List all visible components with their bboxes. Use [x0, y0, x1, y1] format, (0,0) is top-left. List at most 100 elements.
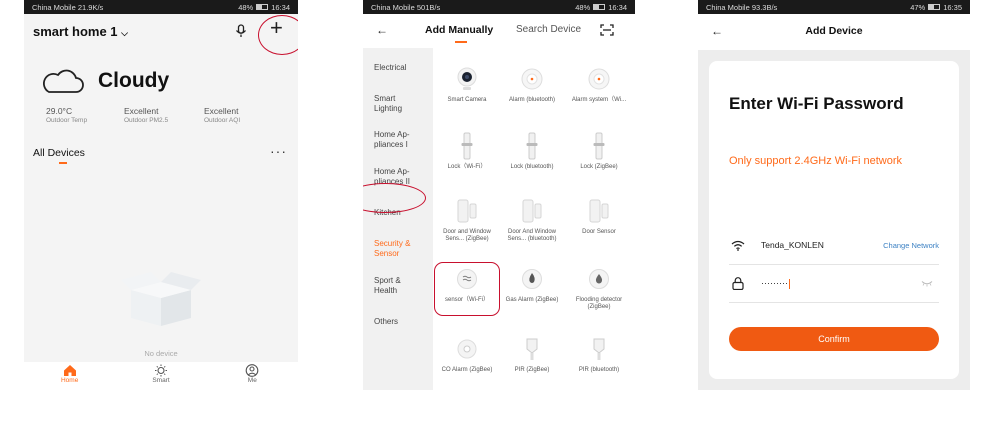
device-item[interactable]: Door And Window Sens... (bluetooth): [504, 196, 560, 243]
door-sensor-icon: [457, 199, 477, 223]
battery-icon: [256, 4, 269, 10]
device-item[interactable]: Lock (ZigBee): [571, 131, 627, 171]
weather-condition: Cloudy: [98, 69, 170, 92]
device-label: Door And Window Sens... (bluetooth): [507, 229, 557, 242]
highlight-ring: [258, 15, 298, 55]
tab-me[interactable]: Me: [207, 362, 298, 390]
empty-box-icon: [121, 272, 201, 326]
cloud-icon: [42, 69, 84, 93]
bottom-tab-bar: Home Smart Me: [24, 362, 298, 390]
stat-label: Outdoor Temp: [46, 117, 88, 124]
device-item[interactable]: Alarm system（Wi...: [571, 64, 627, 104]
device-item[interactable]: Gas Alarm (ZigBee): [504, 264, 560, 304]
door-sensor-icon: [522, 199, 542, 223]
speed-text: 21.9K/s: [77, 2, 104, 12]
empty-state-text: No device: [144, 349, 178, 358]
device-label: Lock（Wi-Fi）: [447, 164, 487, 170]
sun-icon: [154, 364, 167, 377]
person-icon: [245, 364, 259, 377]
weather-stat: Excellent Outdoor PM2.5: [124, 106, 168, 124]
device-item[interactable]: CO Alarm (ZigBee): [439, 334, 495, 374]
tab-smart[interactable]: Smart: [115, 362, 206, 390]
page-title: Add Device: [805, 25, 863, 37]
microphone-icon[interactable]: [235, 24, 247, 38]
device-label: PIR (ZigBee): [514, 367, 550, 373]
form-heading: Enter Wi-Fi Password: [729, 94, 904, 113]
device-label: CO Alarm (ZigBee): [441, 367, 493, 373]
status-bar: China Mobile 21.9K/s 48% 16:34: [24, 0, 298, 14]
device-item[interactable]: PIR (ZigBee): [504, 334, 560, 374]
tab-search-device[interactable]: Search Device: [516, 24, 581, 35]
tab-indicator: [59, 162, 67, 164]
category-item[interactable]: Smart Lighting: [374, 94, 414, 114]
highlight-ring: [434, 262, 500, 316]
device-item[interactable]: Smart Camera: [439, 64, 495, 104]
home-selector[interactable]: smart home 1 ⌵: [33, 24, 128, 39]
text-caret: [788, 278, 790, 289]
scan-icon[interactable]: [600, 24, 614, 36]
device-item[interactable]: Lock (bluetooth): [504, 131, 560, 171]
weather-stat: 29.0°C Outdoor Temp: [46, 106, 87, 124]
stat-value: Excellent: [204, 106, 239, 116]
tab-home[interactable]: Home: [24, 362, 115, 390]
category-item-active[interactable]: Security & Sensor: [374, 239, 424, 259]
camera-icon: [457, 67, 477, 90]
device-item[interactable]: Door and Window Sens... (ZigBee): [439, 196, 495, 243]
battery-text: 48%: [575, 2, 591, 12]
top-bar: ← Add Manually Search Device: [363, 14, 635, 48]
home-name: smart home 1: [33, 24, 118, 39]
alarm-icon: [521, 68, 543, 90]
more-options-button[interactable]: ···: [270, 143, 287, 159]
category-item[interactable]: Home Ap-pliances I: [374, 130, 424, 150]
lock-icon: [526, 132, 538, 160]
weather-stat: Excellent Outdoor AQI: [204, 106, 240, 124]
category-item[interactable]: Electrical: [374, 63, 406, 73]
battery-icon: [593, 4, 606, 10]
device-item[interactable]: Door Sensor: [571, 196, 627, 236]
tab-label: Me: [247, 377, 257, 384]
tab-add-manually[interactable]: Add Manually: [425, 24, 493, 36]
home-icon: [63, 365, 76, 376]
tab-all-devices[interactable]: All Devices: [33, 147, 85, 159]
device-label: Door and Window Sens... (ZigBee): [443, 229, 491, 242]
device-item[interactable]: Lock（Wi-Fi）: [439, 131, 495, 171]
lock-icon: [732, 277, 744, 290]
stat-label: Outdoor AQI: [204, 117, 241, 124]
tab-label: Home: [60, 377, 79, 384]
category-item[interactable]: Others: [374, 317, 398, 327]
time-text: 16:34: [608, 2, 627, 12]
tab-indicator: [455, 41, 467, 43]
lock-icon: [593, 132, 605, 160]
phone-add-manually-screen: China Mobile 501B/s 48% 16:34 ← Add Manua…: [363, 0, 635, 390]
change-network-link[interactable]: Change Network: [883, 241, 939, 250]
time-text: 16:34: [271, 2, 290, 12]
eye-closed-icon[interactable]: [921, 280, 933, 287]
status-bar: China Mobile 93.3B/s 47% 16:35: [698, 0, 970, 14]
back-arrow-icon[interactable]: ←: [376, 23, 388, 37]
co-alarm-icon: [457, 339, 477, 359]
category-item[interactable]: Sport & Health: [374, 276, 419, 296]
flame-icon: [522, 269, 542, 289]
device-item[interactable]: Alarm (bluetooth): [504, 64, 560, 104]
phone-add-device-screen: China Mobile 93.3B/s 47% 16:35 ← Add Devi…: [698, 0, 970, 390]
device-label: Flooding detector (ZigBee): [575, 297, 623, 310]
stat-label: Outdoor PM2.5: [124, 117, 169, 124]
stat-value: Excellent: [124, 106, 159, 116]
carrier-text: China Mobile: [371, 2, 415, 12]
device-label: Lock (ZigBee): [580, 164, 618, 170]
password-row[interactable]: ·········: [729, 275, 939, 303]
password-input[interactable]: ·········: [761, 278, 790, 289]
pir-icon: [593, 338, 605, 360]
battery-text: 48%: [238, 2, 254, 12]
battery-text: 47%: [910, 2, 926, 12]
device-item[interactable]: PIR (bluetooth): [571, 334, 627, 374]
password-mask: ·········: [761, 278, 788, 288]
ssid-text: Tenda_KONLEN: [761, 240, 824, 250]
time-text: 16:35: [943, 2, 962, 12]
drop-icon: [589, 269, 609, 289]
device-item[interactable]: Flooding detector (ZigBee): [571, 264, 627, 311]
stat-value: 29.0°C: [46, 106, 73, 116]
confirm-button[interactable]: Confirm: [729, 327, 939, 351]
tab-label: Smart: [152, 377, 170, 384]
speed-text: 501B/s: [416, 2, 441, 12]
